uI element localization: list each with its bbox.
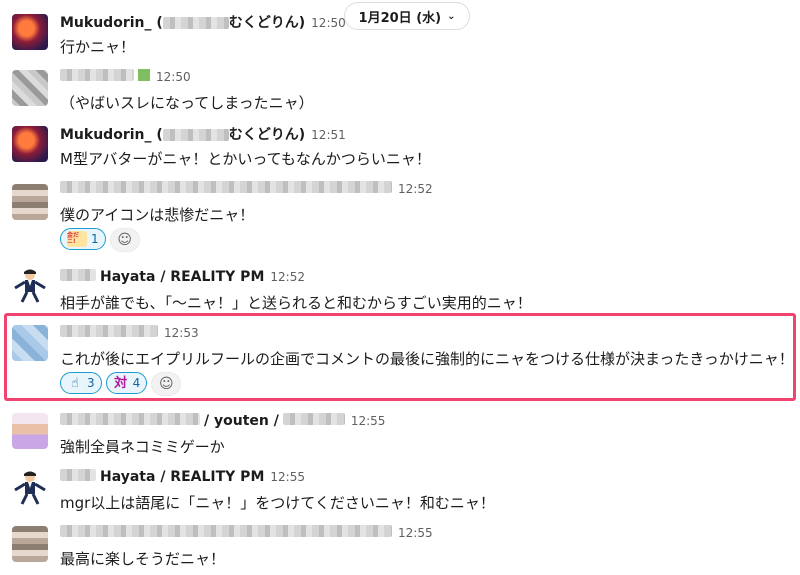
- timestamp[interactable]: 12:55: [270, 470, 305, 484]
- avatar[interactable]: [12, 70, 48, 106]
- add-reaction-button[interactable]: ☺: [109, 228, 140, 252]
- timestamp[interactable]: 12:53: [164, 326, 199, 340]
- add-reaction-icon: ☺: [158, 376, 174, 392]
- timestamp[interactable]: 12:52: [270, 270, 305, 284]
- timestamp[interactable]: 12:55: [398, 526, 433, 540]
- sender-name[interactable]: Hayata / REALITY PM: [100, 269, 264, 285]
- redacted-name: [60, 413, 200, 425]
- avatar[interactable]: [12, 526, 48, 562]
- businessman-icon: [14, 269, 46, 303]
- message-text: 最高に楽しそうだニャ！: [60, 550, 226, 568]
- redacted-name: [282, 413, 345, 425]
- reaction-pill[interactable]: 対 4: [105, 372, 148, 394]
- avatar[interactable]: [12, 268, 48, 304]
- redacted-name: [162, 129, 229, 141]
- pointing-hand-icon: ☝: [71, 375, 79, 391]
- redacted-name: [60, 269, 96, 281]
- date-label: 1月20日 (水): [358, 10, 442, 26]
- sender-name[interactable]: / youten /: [204, 413, 279, 429]
- avatar[interactable]: [12, 413, 48, 449]
- reaction-count: 1: [91, 232, 99, 246]
- redacted-name: [60, 525, 392, 537]
- chevron-down-icon: ⌄: [447, 10, 456, 22]
- sender-name[interactable]: Mukudorin_ (むくどりん): [60, 12, 305, 32]
- message-text: これが後にエイプリルフールの企画でコメントの最後に強制的にニャをつける仕様が決ま…: [60, 350, 794, 368]
- redacted-name: [162, 17, 229, 29]
- reaction-count: 4: [132, 376, 141, 390]
- avatar[interactable]: [12, 470, 48, 506]
- date-divider-button[interactable]: 1月20日 (水) ⌄: [344, 2, 470, 30]
- timestamp[interactable]: 12:52: [398, 182, 433, 196]
- message-text: 僕のアイコンは悲惨だニャ！: [60, 206, 255, 224]
- redacted-name: [60, 69, 134, 81]
- timestamp[interactable]: 12:55: [351, 414, 386, 428]
- kinda-nya-emoji-icon: 金だニ!: [67, 231, 87, 247]
- message-text: 相手が誰でも、「〜ニャ！」と送られると和むからすごい実用的ニャ！: [60, 294, 532, 312]
- add-reaction-button[interactable]: ☺: [151, 372, 182, 396]
- message-text: （やばいスレになってしまったニャ）: [60, 94, 314, 112]
- sender-name[interactable]: Hayata / REALITY PM: [100, 469, 264, 485]
- message-text: 強制全員ネコミミゲーか: [60, 438, 225, 456]
- redacted-name: [60, 469, 96, 481]
- avatar[interactable]: [12, 325, 48, 361]
- add-reaction-icon: ☺: [117, 232, 132, 248]
- timestamp[interactable]: 12:50: [311, 16, 346, 30]
- message-text: 行かニャ！: [60, 38, 136, 56]
- avatar[interactable]: [12, 126, 48, 162]
- redacted-name: [60, 181, 392, 193]
- redacted-name: [60, 325, 158, 337]
- message-text: mgr以上は語尾に「ニャ！」をつけてくださいニャ！和むニャ！: [60, 494, 495, 512]
- sender-name[interactable]: Mukudorin_ (むくどりん): [60, 124, 305, 144]
- businessman-icon: [14, 471, 46, 505]
- timestamp[interactable]: 12:50: [156, 70, 191, 84]
- reaction-pill[interactable]: 金だニ! 1: [60, 228, 106, 250]
- avatar[interactable]: [12, 14, 48, 50]
- avatar[interactable]: [12, 184, 48, 220]
- reaction-pill[interactable]: ☝ 3: [60, 372, 102, 394]
- reaction-count: 3: [87, 376, 95, 390]
- tai-kanji-emoji-icon: 対: [114, 375, 128, 391]
- status-emoji-icon: [138, 69, 150, 81]
- message-text: M型アバターがニャ！とかいってもなんかつらいニャ！: [60, 150, 431, 168]
- timestamp[interactable]: 12:51: [311, 128, 346, 142]
